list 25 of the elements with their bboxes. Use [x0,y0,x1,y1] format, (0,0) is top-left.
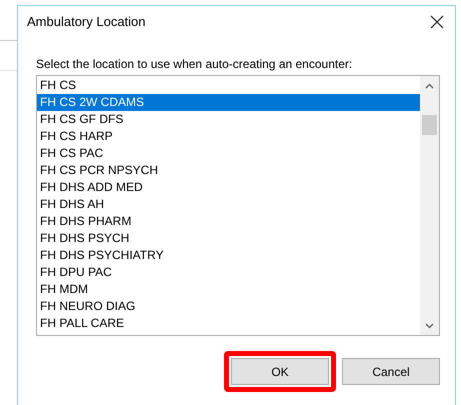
list-item[interactable]: FH CS 2W CDAMS [37,94,420,111]
list-item[interactable]: FH DHS PSYCHIATRY [37,247,420,264]
list-item[interactable]: FH DHS ADD MED [37,179,420,196]
list-item[interactable]: FH DHS AH [37,196,420,213]
list-item[interactable]: FH NEURO DIAG [37,298,420,315]
list-item[interactable]: FH CS PCR NPSYCH [37,162,420,179]
list-item[interactable]: FH PALL CARE [37,315,420,332]
scroll-thumb[interactable] [422,115,437,135]
scrollbar[interactable] [420,76,439,335]
list-item[interactable]: FH DHS PHARM [37,213,420,230]
window-title: Ambulatory Location [27,13,146,32]
list-item[interactable]: FH DPU PAC [37,264,420,281]
dialog-button[interactable]: Cancel [342,358,440,385]
list-item[interactable]: FH CS GF DFS [37,111,420,128]
prompt-text: Select the location to use when auto-creating an encounter: [36,57,354,71]
scroll-up-icon[interactable] [425,83,434,89]
close-icon[interactable] [429,14,445,30]
list-item[interactable]: FH CS HARP [37,128,420,145]
scroll-down-icon[interactable] [425,323,434,329]
list-item[interactable]: FH CS [37,77,420,94]
list-item[interactable]: FH CS PAC [37,145,420,162]
list-item[interactable]: FH MDM [37,281,420,298]
dialog-button[interactable]: OK [231,358,329,385]
list-item[interactable]: FH DHS PSYCH [37,230,420,247]
location-list[interactable]: FH CS FH CS 2W CDAMS FH CS GF DFS FH CS HARP FH CS PAC FH CS PCR NPSYCH FH DHS ADD MED FH DHS AH FH DHS PHARM FH DHS PSYCH FH DHS PSYCHIATRY FH DPU PAC FH MDM FH NEURO DIAG FH PALL CARE [36,75,440,336]
